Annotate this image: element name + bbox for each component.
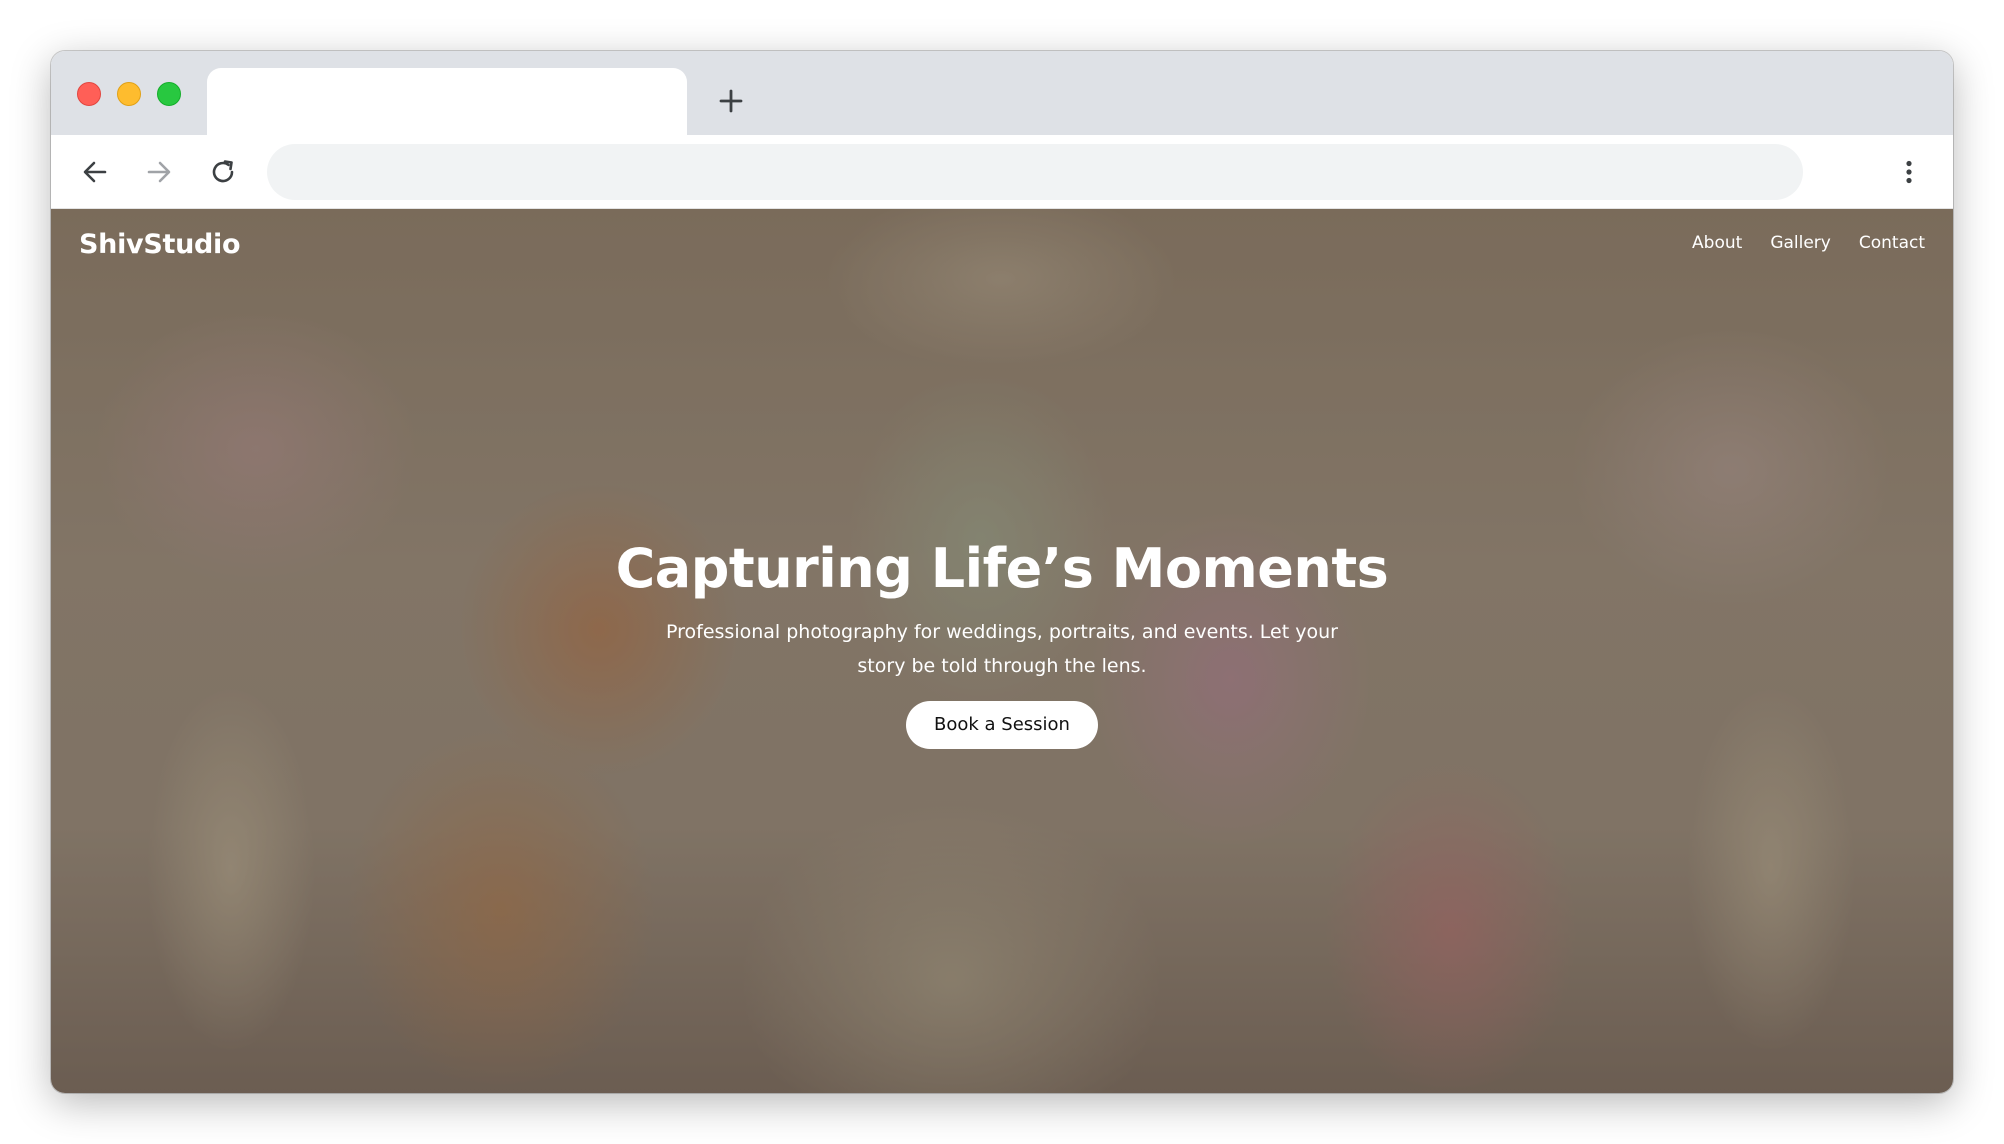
nav-link-gallery[interactable]: Gallery (1770, 233, 1831, 253)
address-bar[interactable] (267, 144, 1803, 200)
kebab-menu-icon (1906, 160, 1912, 184)
site-logo[interactable]: ShivStudio (79, 229, 241, 260)
hero-title: Capturing Life’s Moments (615, 537, 1389, 600)
tab-strip (51, 51, 1953, 135)
maximize-window-button[interactable] (157, 82, 181, 106)
plus-icon (719, 89, 743, 113)
back-button[interactable] (75, 152, 115, 192)
browser-menu-button[interactable] (1889, 152, 1929, 192)
arrow-right-icon (147, 161, 171, 183)
nav-link-contact[interactable]: Contact (1859, 233, 1925, 253)
hero-subtitle: Professional photography for weddings, p… (666, 621, 1338, 677)
browser-window: ShivStudio About Gallery Contact Capturi… (51, 51, 1953, 1093)
book-session-button[interactable]: Book a Session (906, 701, 1098, 749)
arrow-left-icon (83, 161, 107, 183)
close-window-button[interactable] (77, 82, 101, 106)
page-viewport: ShivStudio About Gallery Contact Capturi… (51, 209, 1953, 1093)
reload-icon (212, 160, 234, 183)
nav-link-about[interactable]: About (1692, 233, 1742, 253)
site-navbar: ShivStudio About Gallery Contact (51, 209, 1953, 283)
minimize-window-button[interactable] (117, 82, 141, 106)
active-tab[interactable] (207, 68, 687, 135)
forward-button[interactable] (139, 152, 179, 192)
browser-toolbar (51, 135, 1953, 209)
hero-section: Capturing Life’s Moments Professional ph… (51, 537, 1953, 749)
nav-links: About Gallery Contact (1692, 233, 1925, 253)
new-tab-button[interactable] (711, 81, 751, 121)
reload-button[interactable] (203, 152, 243, 192)
